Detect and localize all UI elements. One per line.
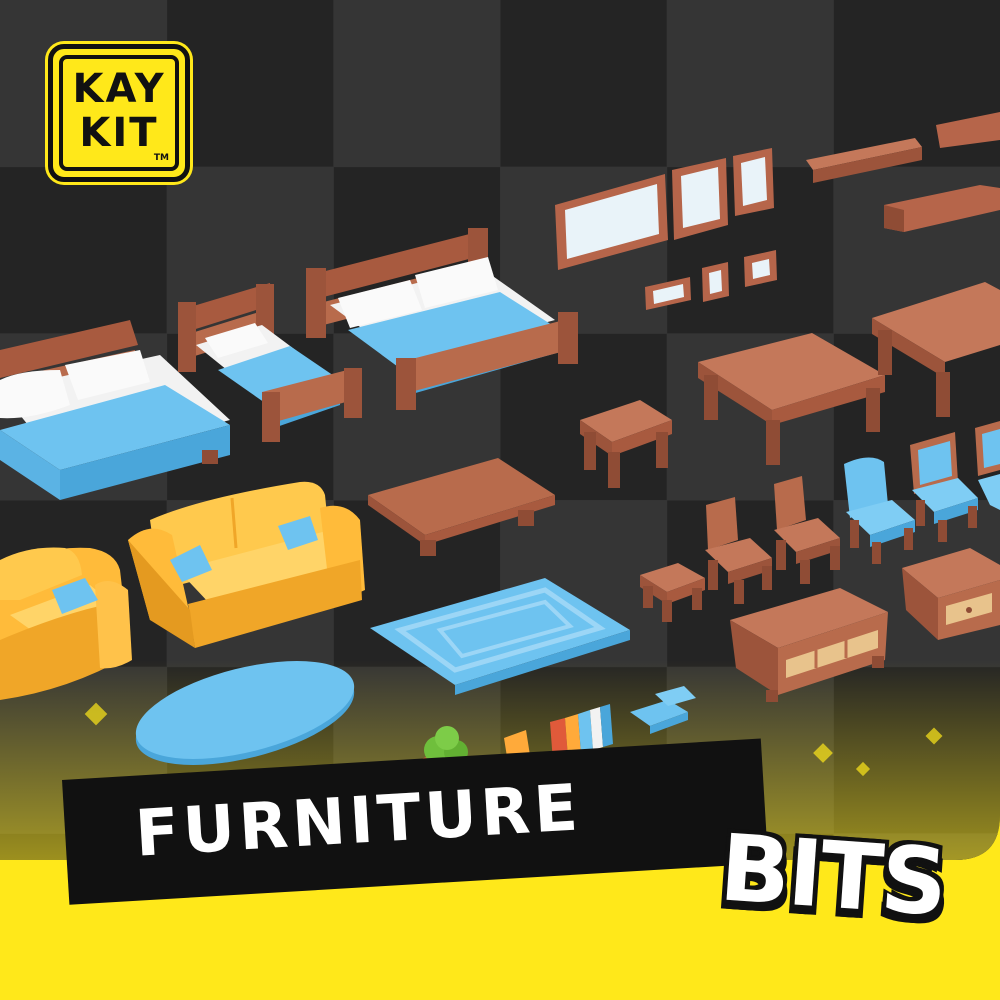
logo-line-2: KIT <box>79 110 159 156</box>
logo-border: KAY KIT TM <box>59 55 179 171</box>
title-text: FURNITURE <box>133 771 584 872</box>
logo-line-1: KAY <box>72 66 166 112</box>
subtitle-bits: BITS <box>716 814 949 937</box>
poster: KAY KIT TM FURNITURE BITS <box>0 0 1000 1000</box>
checker-tile <box>333 0 501 168</box>
kaykit-logo: KAY KIT TM <box>48 44 190 182</box>
checker-tile <box>666 0 834 168</box>
logo-trademark: TM <box>153 153 169 163</box>
